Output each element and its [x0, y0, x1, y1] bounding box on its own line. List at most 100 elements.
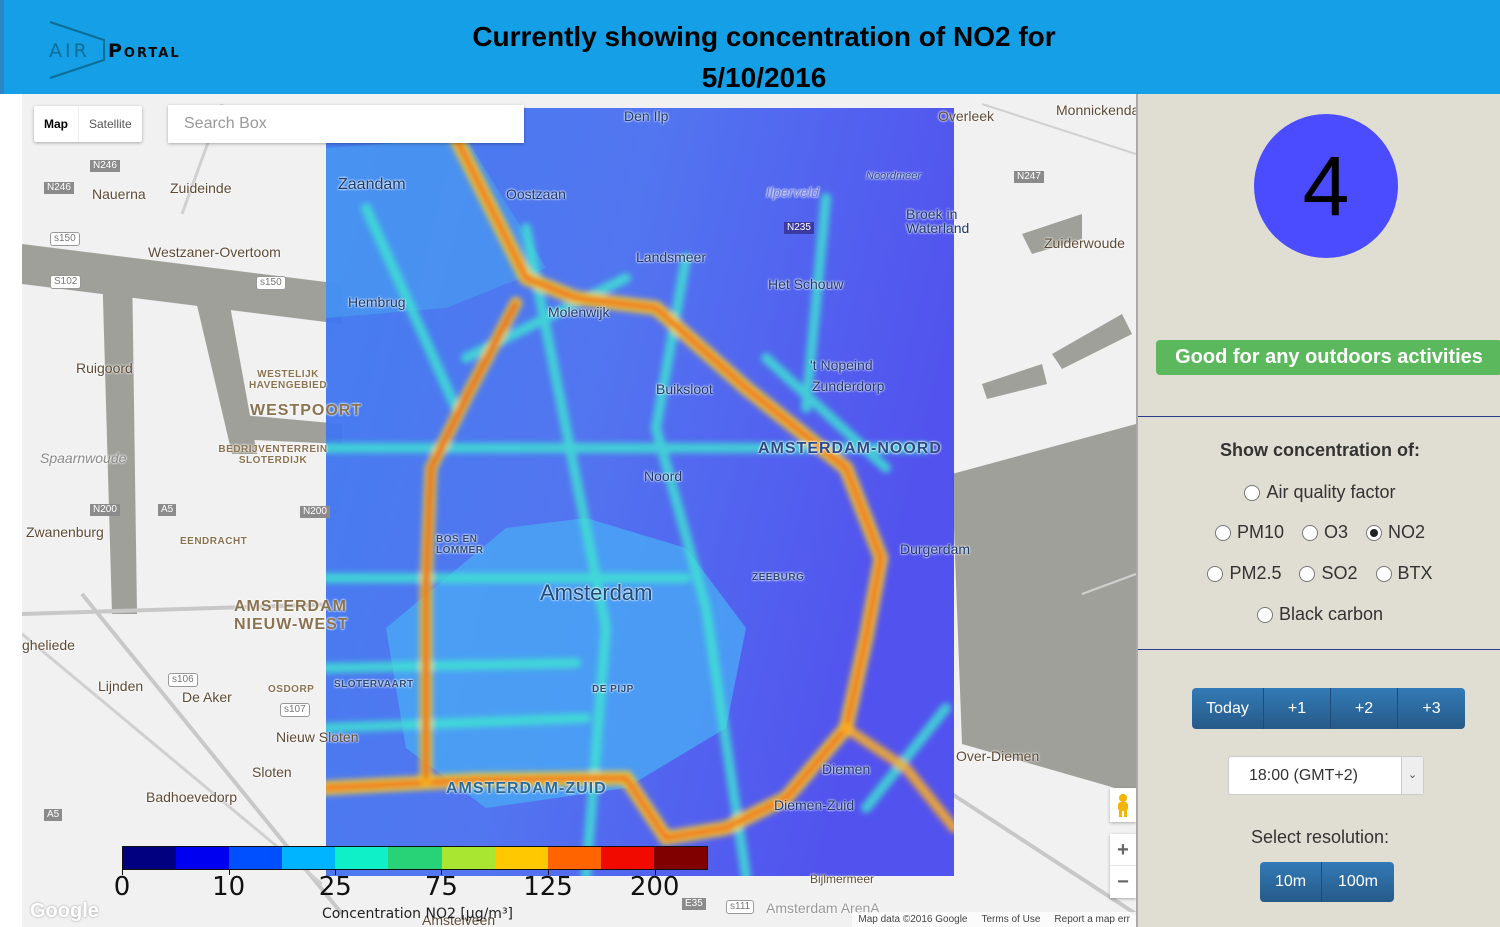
radio-no2[interactable]: NO2 — [1366, 522, 1425, 543]
radio-pm10[interactable]: PM10 — [1214, 522, 1284, 543]
radio-button[interactable] — [1256, 606, 1273, 623]
map-type-map-button[interactable]: Map — [34, 106, 79, 142]
radio-air-quality-factor[interactable]: Air quality factor — [1244, 482, 1396, 503]
colorbar-segment — [600, 847, 654, 869]
map-label-slotervaart: SLOTERVAART — [334, 679, 414, 690]
colorbar-tick-label: 75 — [424, 872, 458, 902]
day-plus2-button[interactable]: +2 — [1331, 688, 1398, 729]
map-label-sloten: Sloten — [252, 764, 292, 780]
time-select-value: 18:00 (GMT+2) — [1249, 767, 1358, 784]
radio-label: Black carbon — [1278, 604, 1384, 624]
radio-label: O3 — [1324, 522, 1349, 542]
colorbar-segment — [388, 847, 442, 869]
colorbar-segment — [176, 847, 230, 869]
colorbar-tick-label: 10 — [212, 872, 246, 902]
road-shield: N200 — [90, 504, 120, 516]
radio-so2[interactable]: SO2 — [1299, 563, 1358, 584]
map-label-de-aker: De Aker — [182, 689, 232, 705]
map-label-ruigoord: Ruigoord — [76, 360, 133, 376]
day-plus1-button[interactable]: +1 — [1264, 688, 1331, 729]
map-data-text: Map data ©2016 Google — [858, 914, 968, 925]
resolution-100m-button[interactable]: 100m — [1322, 862, 1394, 902]
radio-button[interactable] — [1207, 565, 1224, 582]
pegman-icon — [1118, 794, 1128, 817]
terms-of-use-link[interactable]: Terms of Use — [982, 912, 1041, 927]
day-today-button[interactable]: Today — [1192, 688, 1264, 729]
radio-button[interactable] — [1299, 565, 1316, 582]
colorbar-segment — [123, 847, 177, 869]
radio-button-checked[interactable] — [1366, 524, 1383, 541]
map-label-badhoevedorp: Badhoevedorp — [146, 789, 238, 805]
day-plus3-button[interactable]: +3 — [1398, 688, 1465, 729]
map-label-zaandam: Zaandam — [338, 176, 406, 193]
road-shield: s106 — [168, 673, 198, 687]
street-view-pegman[interactable] — [1110, 788, 1136, 822]
map-label-diemen-zuid: Diemen-Zuid — [774, 797, 855, 813]
map-label-bos-en-lommer: BOS EN LOMMER — [436, 534, 484, 556]
road-shield: A5 — [158, 504, 177, 516]
map-label-amsterdam-noord: AMSTERDAM-NOORD — [758, 440, 942, 457]
map-label-sloterdijk: BEDRIJVENTERREIN SLOTERDIJK — [218, 444, 328, 466]
google-logo[interactable]: Google — [30, 900, 99, 923]
map-label-westelijk-havengebied: WESTELIJK HAVENGEBIED — [248, 369, 328, 391]
radio-label: BTX — [1397, 563, 1433, 583]
pollutant-row-2: PM10 O3 NO2 — [1138, 522, 1500, 543]
map-label-de-pijp: DE PIJP — [592, 684, 634, 695]
title-line-2: 5/10/2016 — [701, 62, 827, 93]
resolution-selector: 10m 100m — [1260, 862, 1394, 902]
header: AIR Portal Currently showing concentrati… — [0, 0, 1500, 94]
concentration-title: Show concentration of: — [1220, 440, 1420, 460]
map-label-zunderdorp: Zunderdorp — [812, 378, 885, 394]
map-label-halfweg: gheliede — [22, 637, 75, 653]
radio-button[interactable] — [1214, 524, 1231, 541]
colorbar-segment — [282, 847, 336, 869]
map-label-over-diemen: Over-Diemen — [956, 748, 1040, 764]
map-label-amsterdam: Amsterdam — [540, 580, 653, 605]
colorbar-label: Concentration NO2 [µg/m³] — [322, 906, 514, 922]
map-label-zwanenburg: Zwanenburg — [26, 524, 104, 540]
map-label-westpoort: WESTPOORT — [250, 402, 363, 419]
map-label-monnickendam: Monnickenda — [1056, 102, 1136, 118]
road-shield: N200 — [300, 506, 330, 518]
map-label-amsterdam-zuid: AMSTERDAM-ZUID — [446, 780, 607, 797]
map-label-hembrug: Hembrug — [348, 294, 406, 310]
radio-button[interactable] — [1302, 524, 1318, 541]
zoom-out-button[interactable]: − — [1110, 866, 1136, 898]
road-shield: s150 — [50, 232, 80, 246]
time-select[interactable]: 18:00 (GMT+2) ⌄ — [1228, 756, 1424, 795]
map-type-control: Map Satellite — [34, 106, 142, 142]
map-label-buiksloot: Buiksloot — [656, 381, 713, 397]
radio-btx[interactable]: BTX — [1375, 563, 1433, 584]
day-selector: Today +1 +2 +3 — [1192, 688, 1465, 729]
map-type-satellite-button[interactable]: Satellite — [79, 106, 142, 142]
map-view[interactable]: Zaandam Oostzaan Den Ilp Overleek Monnic… — [4, 94, 1136, 927]
report-map-error-link[interactable]: Report a map err — [1054, 912, 1130, 927]
road-shield: s150 — [256, 276, 286, 290]
zoom-in-button[interactable]: + — [1110, 834, 1136, 866]
radio-black-carbon[interactable]: Black carbon — [1256, 604, 1384, 625]
pollutant-row-3: PM2.5 SO2 BTX — [1138, 563, 1500, 584]
resolution-title: Select resolution: — [1250, 827, 1390, 847]
radio-label: PM10 — [1236, 522, 1284, 542]
colorbar-tick-label: 125 — [523, 872, 573, 902]
resolution-10m-button[interactable]: 10m — [1260, 862, 1322, 902]
search-input[interactable] — [168, 105, 524, 143]
road-shield: s107 — [280, 703, 310, 717]
airportal-logo[interactable]: AIR Portal — [44, 18, 214, 80]
radio-button[interactable] — [1244, 484, 1261, 501]
divider — [1138, 649, 1500, 650]
map-label-osdorp: OSDORP — [268, 684, 315, 695]
radio-pm25[interactable]: PM2.5 — [1207, 563, 1281, 584]
control-panel: 4 Good for any outdoors activities Show … — [1136, 94, 1500, 927]
radio-button[interactable] — [1375, 565, 1392, 582]
map-label-bijlmermeer: Bijlmermeer — [810, 872, 875, 886]
map-label-diemen: Diemen — [822, 761, 871, 777]
colorbar-segment — [335, 847, 389, 869]
road-shield: N247 — [1014, 171, 1044, 183]
radio-o3[interactable]: O3 — [1302, 522, 1348, 543]
colorbar-tick-label: 0 — [113, 872, 131, 902]
map-label-broek-in-waterland: Broek in Waterland — [906, 206, 970, 236]
map-attribution: Map data ©2016 Google Terms of Use Repor… — [852, 912, 1136, 927]
chevron-down-icon[interactable]: ⌄ — [1401, 757, 1423, 794]
air-quality-index-circle: 4 — [1254, 114, 1398, 258]
